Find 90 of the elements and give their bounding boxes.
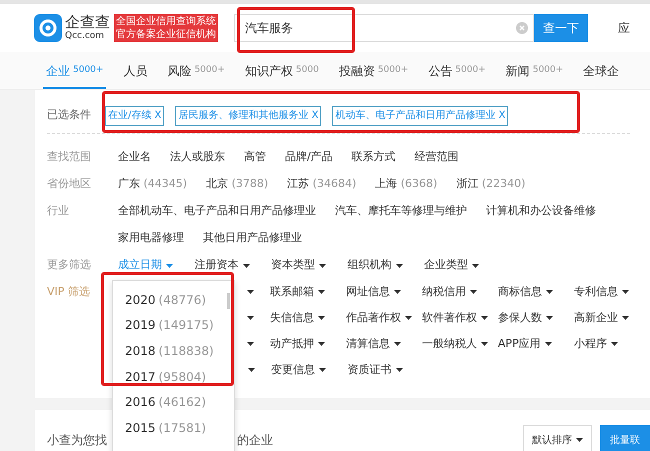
- filter-label: 已选条件: [47, 107, 92, 124]
- caret-icon: [396, 264, 402, 268]
- caret-icon: [480, 342, 488, 346]
- filter-dropdown[interactable]: 失信信息: [270, 310, 346, 326]
- filter-dropdown[interactable]: 联系邮箱: [270, 284, 346, 300]
- caret-icon: [546, 316, 553, 320]
- filter-dropdown[interactable]: 作品著作权: [346, 310, 422, 326]
- filter-dropdown[interactable]: 高新企业: [574, 310, 650, 326]
- filter-option[interactable]: 广东 (44345): [118, 176, 188, 193]
- filter-dropdown[interactable]: 参保人数: [498, 310, 574, 326]
- filter-option[interactable]: 上海 (6368): [375, 176, 438, 193]
- caret-icon: [319, 368, 326, 372]
- filter-label: 更多筛选: [47, 257, 92, 274]
- caret-icon: [622, 316, 629, 320]
- filter-dropdown[interactable]: 网址信息: [346, 284, 422, 300]
- filter-label: 查找范围: [47, 149, 92, 166]
- filter-dropdown[interactable]: 企业类型: [424, 257, 500, 274]
- result-text: 的企业: [237, 432, 273, 449]
- caret-icon: [622, 290, 629, 294]
- caret-icon: [546, 290, 553, 294]
- caret-icon: [246, 316, 254, 320]
- caret-icon: [610, 342, 618, 346]
- filter-option[interactable]: 汽车、摩托车等修理与维护: [335, 203, 467, 220]
- filter-option[interactable]: 江苏 (34684): [287, 176, 356, 193]
- dropdown-option[interactable]: 2015 (17581): [113, 414, 234, 441]
- filter-label: 行业: [47, 203, 70, 220]
- tab[interactable]: 全球企: [580, 55, 622, 89]
- filter-option[interactable]: 北京 (3788): [206, 176, 268, 193]
- caret-icon: [318, 342, 325, 346]
- caret-icon: [246, 290, 254, 294]
- filter-option[interactable]: 其他日用产品修理业: [203, 230, 302, 247]
- caret-icon: [576, 438, 583, 442]
- filter-option[interactable]: 全部机动车、电子产品和日用产品修理业: [118, 203, 316, 220]
- caret-icon: [396, 368, 402, 372]
- filter-dropdown[interactable]: APP应用: [498, 336, 574, 352]
- logo-domain: Qcc.com: [65, 32, 106, 41]
- filter-option[interactable]: 联系方式: [352, 149, 396, 166]
- filter-option[interactable]: 品牌/产品: [285, 149, 333, 166]
- filter-dropdown[interactable]: 组织机构: [348, 257, 424, 274]
- tab[interactable]: 公告 5000+: [425, 55, 489, 89]
- caret-icon: [242, 264, 250, 268]
- filter-dropdown[interactable]: 清算信息: [346, 336, 422, 352]
- tab[interactable]: 新闻 5000+: [502, 55, 566, 89]
- caret-icon: [319, 264, 326, 268]
- vip-label: VIP 筛选: [47, 284, 91, 300]
- slogan-banner: 全国企业信用查询系统 官方备案企业征信机构: [114, 14, 218, 42]
- nav-link[interactable]: 应: [618, 19, 630, 37]
- filter-option[interactable]: 浙江 (22340): [456, 176, 526, 193]
- filter-label: 省份地区: [47, 176, 92, 192]
- filter-dropdown[interactable]: 纳税信用: [422, 284, 498, 300]
- caret-icon: [248, 368, 255, 372]
- caret-icon: [404, 316, 412, 320]
- filter-dropdown[interactable]: 软件著作权: [422, 310, 498, 326]
- caret-icon: [394, 342, 401, 346]
- filter-option[interactable]: 计算机和办公设备维修: [486, 203, 596, 220]
- sort-button[interactable]: 默认排序: [523, 425, 592, 451]
- filter-option[interactable]: 经营范围: [414, 149, 459, 166]
- caret-icon: [480, 316, 488, 320]
- caret-icon: [544, 342, 552, 346]
- result-text: 小查为您找: [47, 432, 107, 449]
- filter-dropdown[interactable]: 一般纳税人: [422, 336, 498, 352]
- tab[interactable]: 投融资 5000+: [336, 55, 412, 89]
- caret-icon: [472, 264, 479, 268]
- logo-name: 企查查: [65, 15, 110, 30]
- dropdown-option[interactable]: 2016 (46162): [113, 389, 234, 415]
- tab[interactable]: 人员: [120, 55, 150, 89]
- search-field[interactable]: 汽车服务: [234, 14, 534, 42]
- tab[interactable]: 知识产权 5000: [242, 55, 322, 89]
- filter-dropdown[interactable]: 资质证书: [348, 362, 424, 378]
- filter-option[interactable]: 法人或股东: [170, 149, 225, 166]
- filter-dropdown[interactable]: 专利信息: [574, 284, 650, 300]
- filter-option[interactable]: 企业名: [118, 149, 151, 166]
- filter-dropdown[interactable]: 动产抵押: [270, 336, 346, 352]
- caret-icon: [318, 290, 325, 294]
- filter-dropdown[interactable]: 小程序: [574, 336, 650, 352]
- filter-option[interactable]: 家用电器修理: [118, 230, 184, 247]
- logo-icon: [34, 14, 62, 42]
- tab[interactable]: 风险 5000+: [164, 55, 228, 89]
- filter-dropdown[interactable]: 商标信息: [498, 284, 574, 300]
- caret-icon: [318, 316, 325, 320]
- caret-icon: [246, 342, 254, 346]
- caret-icon: [394, 290, 401, 294]
- clear-icon[interactable]: [516, 22, 528, 34]
- filter-dropdown[interactable]: 资本类型: [271, 257, 348, 274]
- filter-dropdown[interactable]: 注册资本: [194, 257, 271, 274]
- caret-icon: [166, 264, 173, 268]
- scrollbar-thumb[interactable]: [227, 293, 230, 309]
- filter-dropdown[interactable]: 变更信息: [271, 362, 348, 378]
- filter-option[interactable]: 高管: [244, 149, 266, 166]
- caret-icon: [470, 290, 477, 294]
